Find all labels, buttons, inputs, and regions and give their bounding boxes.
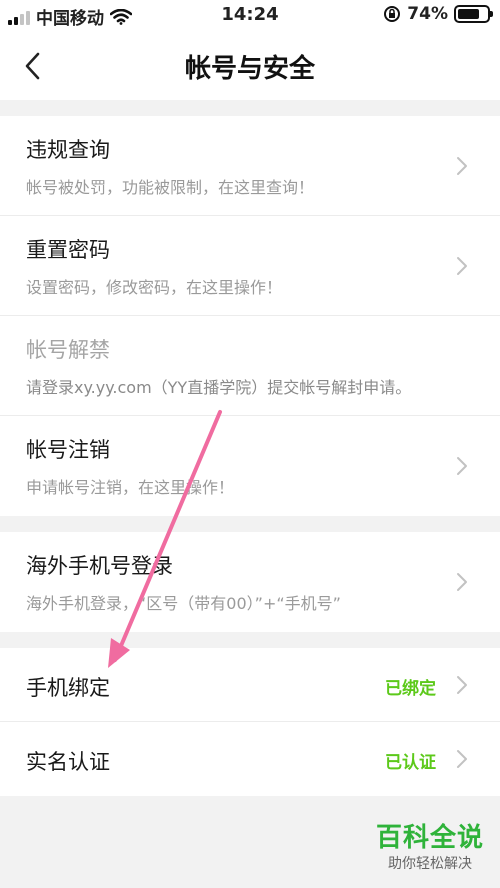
nav-bar: 帐号与安全 xyxy=(0,32,500,100)
binding-group: 手机绑定 已绑定 实名认证 已认证 xyxy=(0,648,500,796)
battery-icon xyxy=(454,5,493,23)
item-title: 实名认证 xyxy=(26,750,110,774)
watermark-sub: 助你轻松解决 xyxy=(388,856,472,872)
item-title: 帐号解禁 xyxy=(26,338,110,362)
orientation-lock-icon xyxy=(384,6,401,22)
chevron-right-icon xyxy=(457,457,467,475)
violation-query-item[interactable]: 违规查询 帐号被处罚，功能被限制，在这里查询！ xyxy=(0,116,500,216)
watermark-logo: 百科全说 助你轻松解决 xyxy=(370,822,490,878)
item-desc: 申请帐号注销，在这里操作！ xyxy=(26,478,235,497)
item-desc: 海外手机登录，“区号（带有00）”+“手机号” xyxy=(26,594,341,613)
item-desc: 请登录xy.yy.com（YY直播学院）提交帐号解封申请。 xyxy=(26,378,412,397)
watermark-main: 百科全说 xyxy=(375,823,484,853)
item-title: 重置密码 xyxy=(26,238,110,262)
account-deletion-item[interactable]: 帐号注销 申请帐号注销，在这里操作！ xyxy=(0,416,500,516)
chevron-right-icon xyxy=(457,573,467,591)
overseas-login-group: 海外手机号登录 海外手机登录，“区号（带有00）”+“手机号” xyxy=(0,532,500,632)
item-desc: 设置密码，修改密码，在这里操作！ xyxy=(26,278,283,297)
status-badge: 已认证 xyxy=(385,753,436,773)
status-badge: 已绑定 xyxy=(385,678,436,699)
item-desc: 帐号被处罚，功能被限制，在这里查询！ xyxy=(26,178,315,197)
phone-binding-item[interactable]: 手机绑定 已绑定 xyxy=(0,648,500,722)
page-title: 帐号与安全 xyxy=(184,54,315,84)
chevron-right-icon xyxy=(457,156,467,175)
real-name-auth-item[interactable]: 实名认证 已认证 xyxy=(0,722,500,796)
item-title: 违规查询 xyxy=(26,138,110,162)
item-title: 帐号注销 xyxy=(26,438,110,462)
account-unban-item[interactable]: 帐号解禁 请登录xy.yy.com（YY直播学院）提交帐号解封申请。 xyxy=(0,316,500,416)
item-title: 海外手机号登录 xyxy=(26,554,173,578)
chevron-right-icon xyxy=(457,256,467,275)
battery-fill xyxy=(458,9,479,19)
account-actions-group: 违规查询 帐号被处罚，功能被限制，在这里查询！ 重置密码 设置密码，修改密码，在… xyxy=(0,116,500,516)
battery-percent: 74% xyxy=(407,4,448,24)
reset-password-item[interactable]: 重置密码 设置密码，修改密码，在这里操作！ xyxy=(0,216,500,316)
battery-area: 74% xyxy=(383,4,493,24)
overseas-phone-login-item[interactable]: 海外手机号登录 海外手机登录，“区号（带有00）”+“手机号” xyxy=(0,532,500,632)
chevron-right-icon xyxy=(457,675,467,694)
chevron-right-icon xyxy=(457,750,467,768)
item-title: 手机绑定 xyxy=(26,676,110,700)
status-bar: 中国移动 14:24 74% xyxy=(0,0,500,32)
